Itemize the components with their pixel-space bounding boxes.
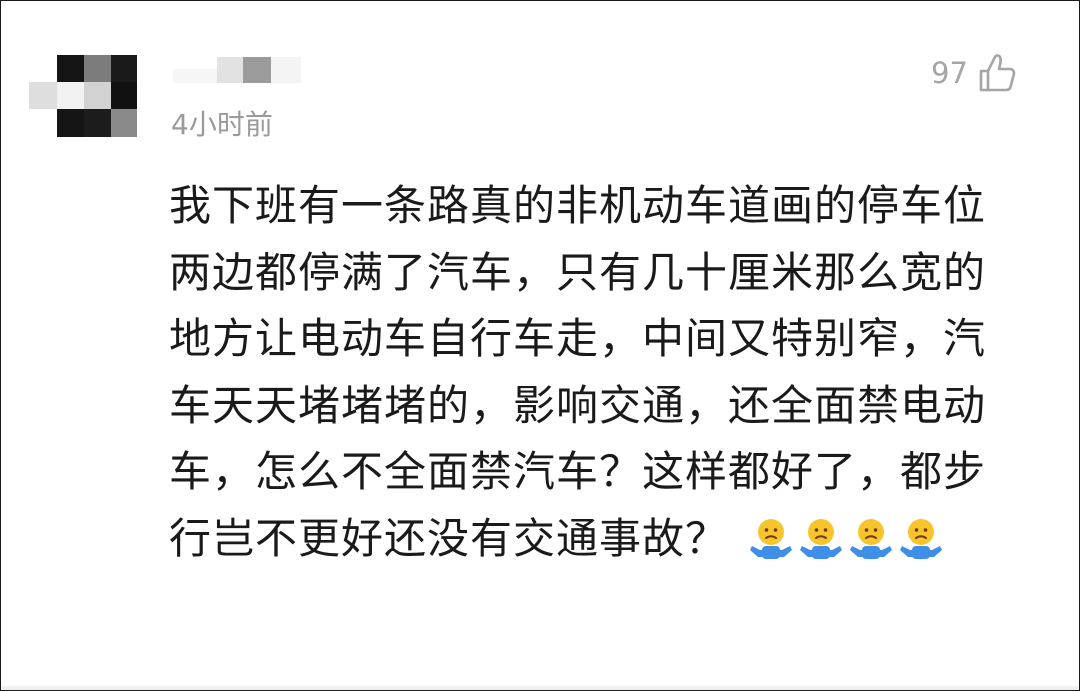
shrug-emoji-icon	[898, 515, 944, 561]
shrug-emoji-icon	[798, 515, 844, 561]
shrug-emoji-icon	[848, 515, 894, 561]
comment-text: 我下班有一条路真的非机动车道画的停车位两边都停满了汽车，只有几十厘米那么宽的地方…	[169, 181, 987, 563]
comment-body: 我下班有一条路真的非机动车道画的停车位两边都停满了汽车，只有几十厘米那么宽的地方…	[169, 173, 1019, 572]
thumbs-up-icon	[978, 53, 1016, 93]
shrug-emoji-icon	[748, 515, 794, 561]
emoji-group	[748, 515, 944, 561]
bottom-divider	[1, 686, 1079, 690]
comment-timestamp: 4小时前	[171, 108, 273, 141]
comment-card: 4小时前 97 我下班有一条路真的非机动车道画的停车位两边都停满了汽车，只有几十…	[0, 0, 1080, 691]
like-button[interactable]: 97	[931, 51, 1016, 95]
username-blurred[interactable]	[173, 55, 301, 83]
like-count: 97	[931, 56, 968, 90]
avatar[interactable]	[29, 55, 137, 137]
